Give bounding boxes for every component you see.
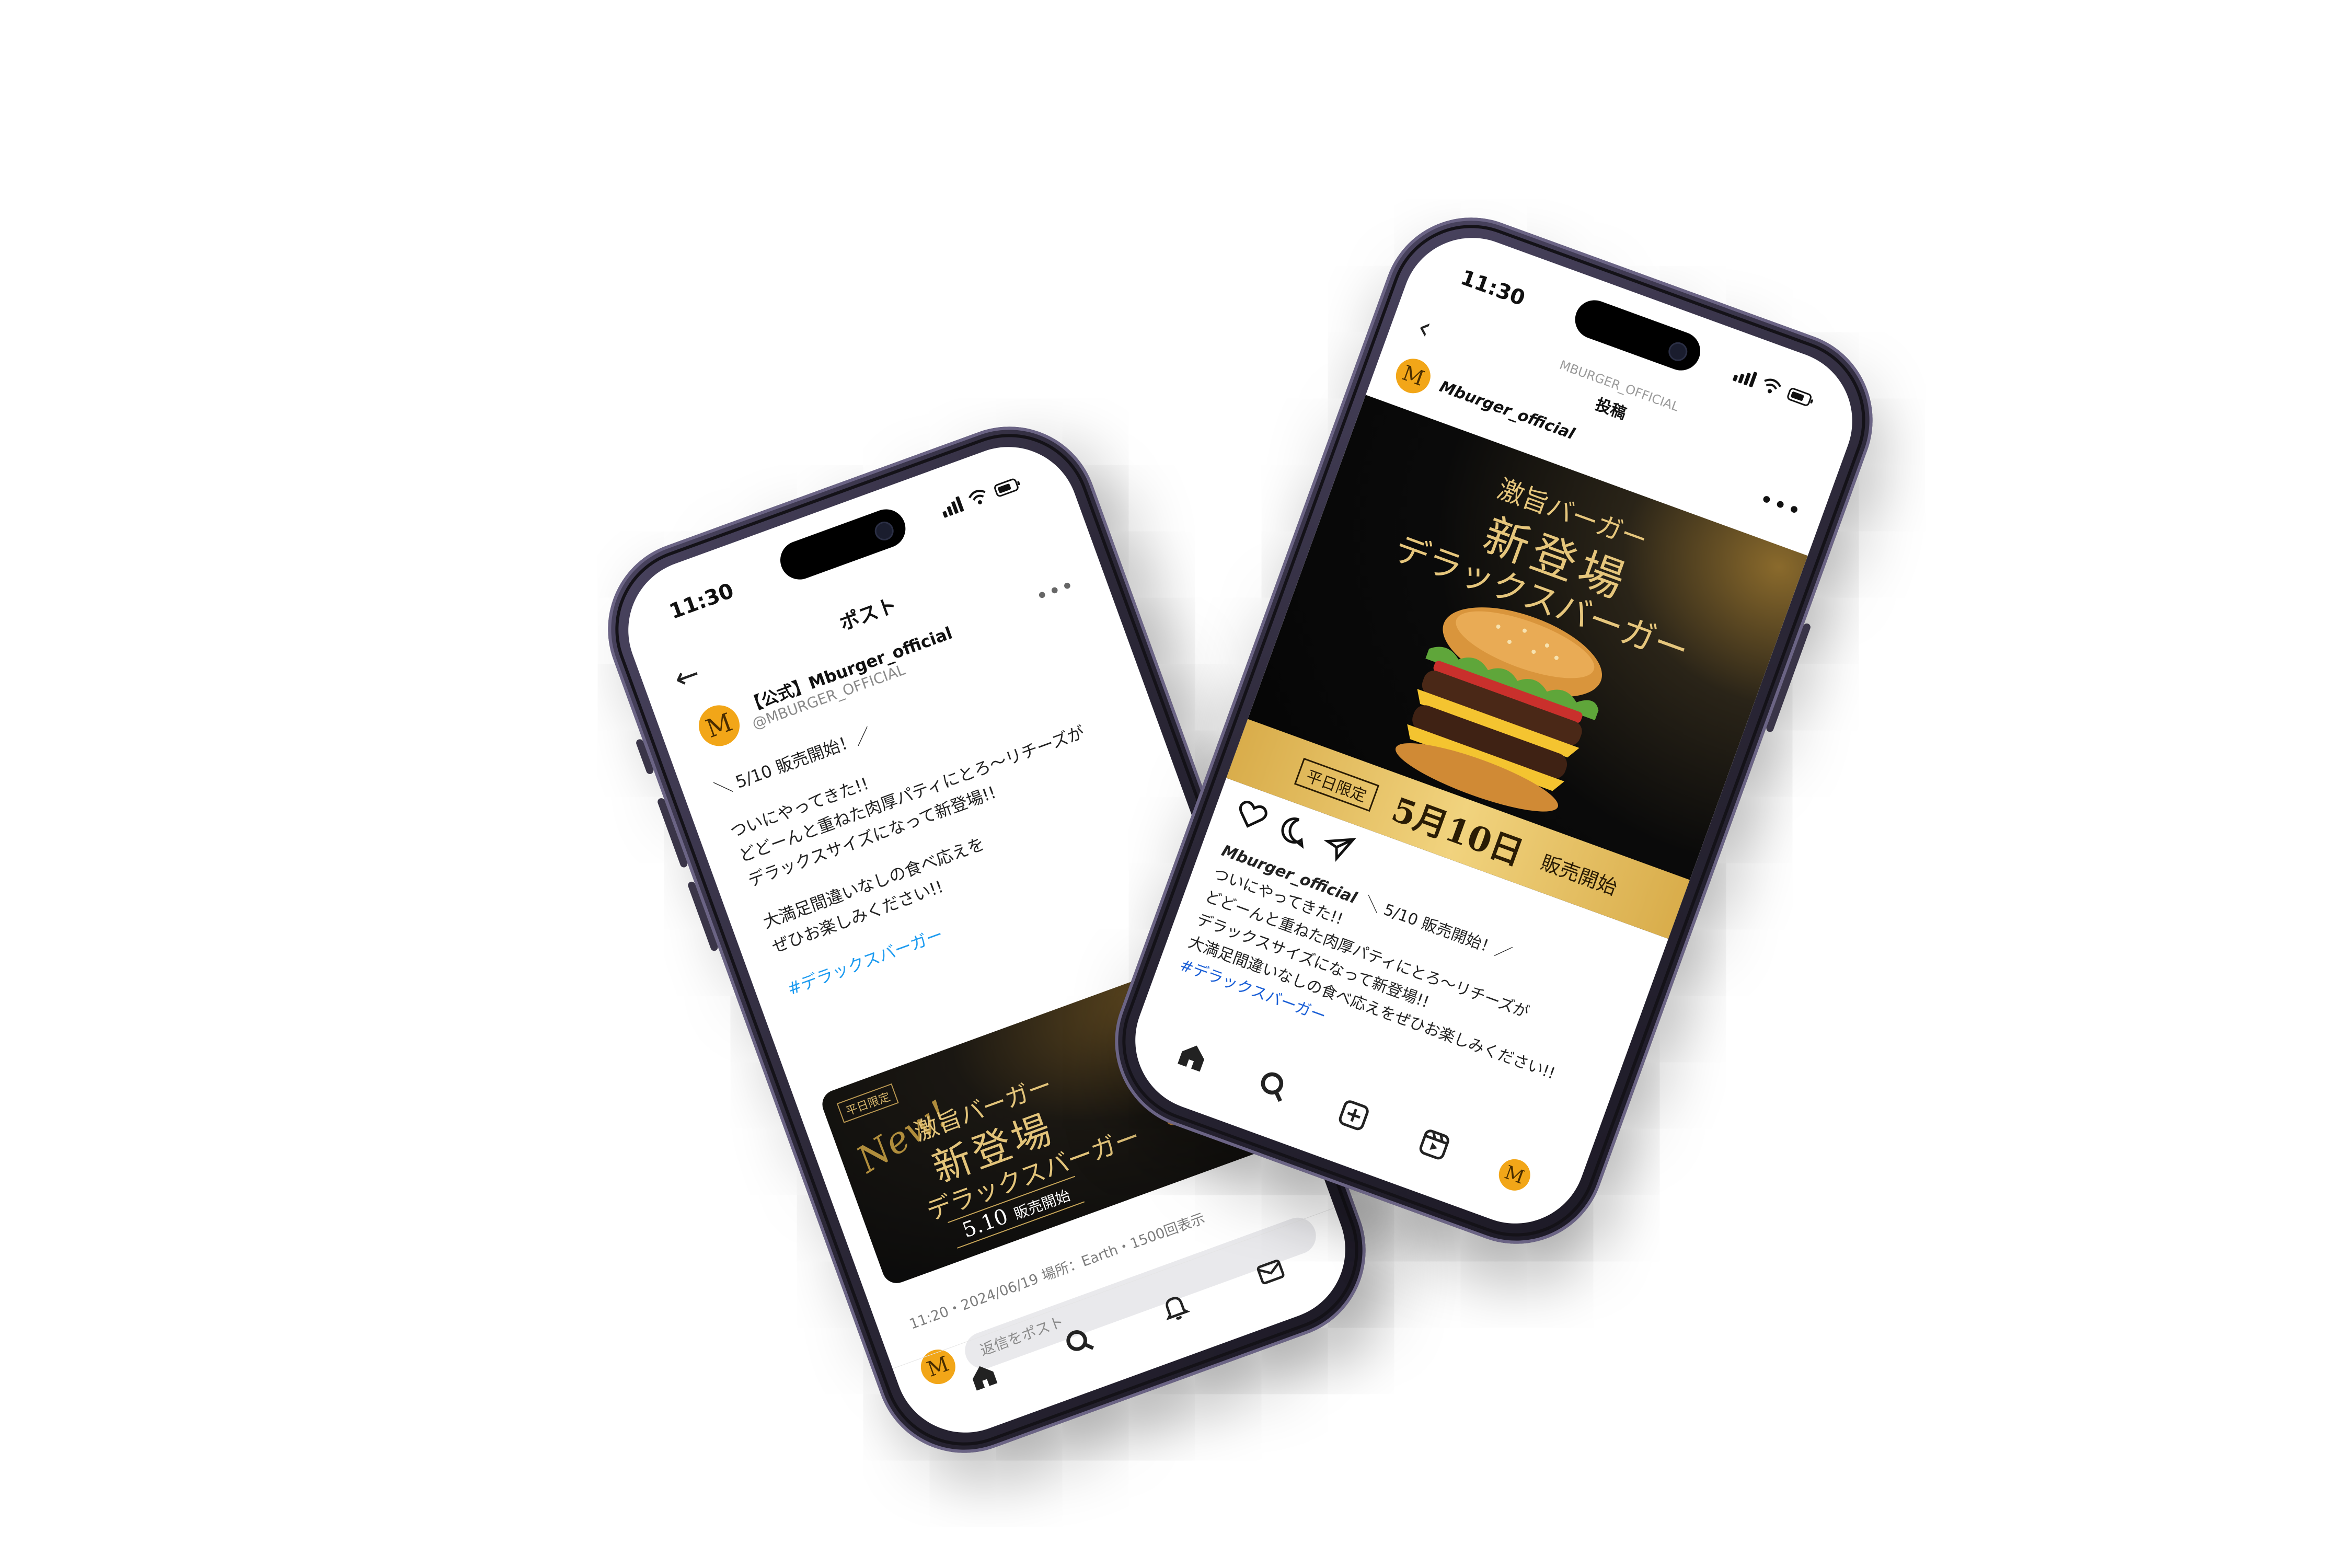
search-icon[interactable] xyxy=(1060,1323,1098,1363)
limited-badge: 平日限定 xyxy=(836,1083,899,1123)
comment-icon[interactable] xyxy=(1273,811,1315,856)
reels-icon[interactable] xyxy=(1413,1124,1454,1167)
avatar[interactable]: M xyxy=(1391,354,1436,398)
status-time: 11:30 xyxy=(666,579,737,624)
add-post-icon[interactable] xyxy=(1333,1095,1374,1137)
heart-icon[interactable] xyxy=(1230,795,1272,840)
signal-icon xyxy=(1732,366,1758,388)
status-time: 11:30 xyxy=(1457,265,1528,311)
signal-icon xyxy=(939,496,964,518)
share-icon[interactable] xyxy=(1316,826,1358,871)
volume-down-button xyxy=(687,880,719,952)
status-icons xyxy=(939,475,1023,518)
limited-badge: 平日限定 xyxy=(1294,757,1380,812)
avatar[interactable]: M xyxy=(693,699,746,752)
bell-icon[interactable] xyxy=(1156,1288,1194,1328)
right-phone: 11:30 ‹ MBURGER_OFFICIAL 投稿 M Mburger_of… xyxy=(1090,192,1898,1269)
home-icon[interactable] xyxy=(1172,1036,1213,1079)
battery-icon xyxy=(993,476,1023,499)
battery-icon xyxy=(1785,386,1816,409)
home-icon[interactable] xyxy=(964,1358,1002,1398)
more-icon[interactable]: ••• xyxy=(1032,573,1078,609)
status-icons xyxy=(1732,366,1817,409)
volume-up-button xyxy=(656,797,689,869)
profile-avatar[interactable]: M xyxy=(1494,1155,1535,1195)
more-icon[interactable]: ••• xyxy=(1755,486,1805,526)
right-screen: 11:30 ‹ MBURGER_OFFICIAL 投稿 M Mburger_of… xyxy=(1115,218,1872,1243)
mail-icon[interactable] xyxy=(1252,1253,1290,1293)
release-suffix: 販売開始 xyxy=(1538,850,1621,900)
mockup-stage: 11:30 ← ポスト M 【公式】Mburger_official @MBUR… xyxy=(0,0,2352,1568)
search-icon[interactable] xyxy=(1252,1066,1293,1108)
wifi-icon xyxy=(966,487,991,509)
wifi-icon xyxy=(1759,375,1784,397)
mute-switch xyxy=(635,738,655,775)
